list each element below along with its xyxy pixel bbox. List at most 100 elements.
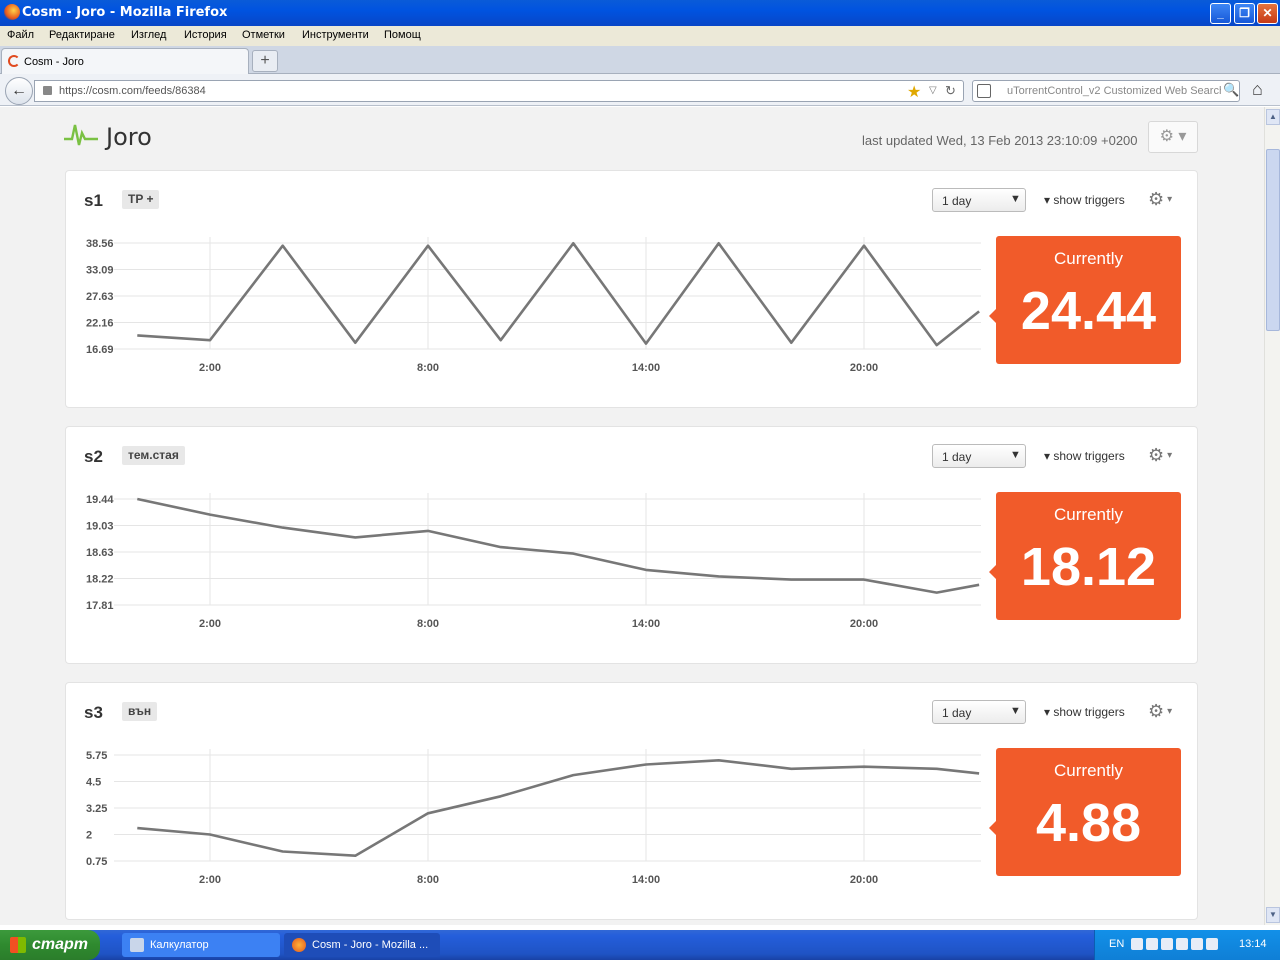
range-select[interactable]: 1 day ▼ — [932, 188, 1026, 212]
x-tick-label: 14:00 — [632, 874, 660, 886]
y-tick-label: 19.03 — [86, 521, 114, 533]
current-value: 4.88 — [1035, 793, 1142, 853]
firefox-icon — [292, 938, 306, 952]
show-triggers-link[interactable]: ▾ show triggers — [1044, 193, 1125, 207]
network-icon[interactable] — [1146, 938, 1158, 950]
lock-icon — [43, 86, 52, 95]
stream-chart: 5.75 4.5 3.25 2 0.75 2:00 8:00 14:00 20:00 — [86, 749, 981, 886]
gear-icon: ⚙ — [1148, 189, 1165, 209]
home-icon[interactable]: ⌂ — [1252, 79, 1263, 100]
tab-strip: Cosm - Joro + — [0, 46, 1280, 74]
caret-icon: ▾ — [1167, 450, 1173, 461]
window-title: Cosm - Joro - Mozilla Firefox — [22, 5, 228, 20]
back-button[interactable]: ← — [5, 77, 33, 105]
security-icon[interactable] — [1206, 938, 1218, 950]
taskbar: старт Калкулатор Cosm - Joro - Mozilla .… — [0, 930, 1280, 960]
stream-chart: 19.44 19.03 18.63 18.22 17.81 2:00 8:00 14:00 20… — [86, 493, 981, 630]
url-bar[interactable]: https://cosm.com/feeds/86384 ★ ▽ ↻ — [34, 80, 964, 102]
menu-file[interactable]: Файл — [7, 29, 34, 41]
stream-name: s1 — [84, 191, 103, 210]
current-value: 24.44 — [1020, 281, 1157, 341]
show-triggers-link[interactable]: ▾ show triggers — [1044, 449, 1125, 463]
y-tick-label: 3.25 — [86, 803, 107, 815]
chevron-down-icon: ▼ — [1010, 705, 1021, 717]
start-label: старт — [32, 936, 89, 953]
url-text[interactable]: https://cosm.com/feeds/86384 — [59, 85, 206, 97]
stream-settings-button[interactable]: ⚙ ▾ — [1148, 445, 1172, 466]
task-label: Калкулатор — [150, 939, 209, 951]
start-button[interactable]: старт — [0, 930, 100, 960]
stream-name: s3 — [84, 703, 103, 722]
search-icon[interactable]: 🔍 — [1223, 82, 1239, 98]
range-value: 1 day — [942, 450, 972, 464]
x-tick-label: 8:00 — [417, 362, 439, 374]
tab-cosm-joro[interactable]: Cosm - Joro — [1, 48, 249, 74]
gear-icon: ⚙ — [1148, 445, 1165, 465]
new-tab-button[interactable]: + — [252, 50, 278, 72]
gear-icon: ⚙ — [1148, 701, 1165, 721]
maximize-button[interactable]: ❐ — [1234, 3, 1255, 24]
reload-icon[interactable]: ↻ — [945, 83, 956, 99]
feed-settings-button[interactable]: ⚙ ▾ — [1148, 121, 1198, 153]
cosm-logo-icon — [64, 124, 98, 146]
range-select[interactable]: 1 day ▼ — [932, 444, 1026, 468]
x-tick-label: 14:00 — [632, 618, 660, 630]
stream-settings-button[interactable]: ⚙ ▾ — [1148, 189, 1172, 210]
page-scrollbar[interactable]: ▲ ▼ — [1264, 107, 1280, 925]
stream-tag[interactable]: TP + — [122, 190, 160, 209]
minimize-button[interactable]: _ — [1210, 3, 1231, 24]
menu-tools[interactable]: Инструменти — [302, 29, 369, 41]
search-bar[interactable]: uTorrentControl_v2 Customized Web Search… — [972, 80, 1240, 102]
task-calculator[interactable]: Калкулатор — [122, 933, 280, 957]
x-tick-label: 8:00 — [417, 874, 439, 886]
y-tick-label: 17.81 — [86, 600, 114, 612]
current-value: 18.12 — [1020, 537, 1157, 597]
stream-settings-button[interactable]: ⚙ ▾ — [1148, 701, 1172, 722]
scroll-down-icon[interactable]: ▼ — [1266, 907, 1280, 923]
datastream-card-s3: s3 вън 1 day ▼ ▾ show triggers ⚙ ▾ 5.75 4.… — [65, 682, 1198, 920]
stream-tag[interactable]: вън — [122, 702, 158, 721]
clock: 13:14 — [1239, 938, 1267, 950]
search-engine-icon[interactable] — [977, 84, 991, 98]
system-tray: EN 13:14 — [1094, 930, 1280, 960]
y-tick-label: 4.5 — [86, 777, 101, 789]
menu-bookmarks[interactable]: Отметки — [242, 29, 285, 41]
window-titlebar: Cosm - Joro - Mozilla Firefox _ ❐ ✕ — [0, 0, 1280, 26]
close-button[interactable]: ✕ — [1257, 3, 1278, 24]
caret-icon: ▾ — [1167, 706, 1173, 717]
show-triggers-link[interactable]: ▾ show triggers — [1044, 705, 1125, 719]
search-input[interactable]: uTorrentControl_v2 Customized Web Search — [1007, 85, 1221, 97]
stream-tag[interactable]: тем.стая — [122, 446, 185, 465]
x-tick-label: 20:00 — [850, 874, 878, 886]
language-indicator[interactable]: EN — [1109, 938, 1124, 950]
menu-help[interactable]: Помощ — [384, 29, 421, 41]
volume-icon[interactable] — [1176, 938, 1188, 950]
chat-icon[interactable] — [1191, 938, 1203, 950]
menu-edit[interactable]: Редактиране — [49, 29, 115, 41]
scroll-up-icon[interactable]: ▲ — [1266, 109, 1280, 125]
monitor-icon[interactable] — [1161, 938, 1173, 950]
menu-bar: Файл Редактиране Изглед История Отметки … — [0, 26, 1280, 46]
datastream-card-s2: s2 тем.стая 1 day ▼ ▾ show triggers ⚙ ▾ 1… — [65, 426, 1198, 664]
menu-view[interactable]: Изглед — [131, 29, 166, 41]
current-value-box: Currently 18.12 — [989, 492, 1181, 620]
y-tick-label: 22.16 — [86, 318, 114, 330]
range-select[interactable]: 1 day ▼ — [932, 700, 1026, 724]
current-label: Currently — [1054, 249, 1123, 268]
y-tick-label: 2 — [86, 830, 92, 842]
menu-history[interactable]: История — [184, 29, 227, 41]
stream-chart: 38.56 33.09 27.63 22.16 16.69 2:00 8:00 14:00 20… — [86, 237, 981, 374]
ati-icon[interactable] — [1131, 938, 1143, 950]
bookmark-star-icon[interactable]: ★ — [907, 82, 921, 102]
y-tick-label: 27.63 — [86, 291, 114, 303]
y-tick-label: 16.69 — [86, 344, 114, 356]
series-line — [137, 242, 980, 347]
task-firefox[interactable]: Cosm - Joro - Mozilla ... — [284, 933, 440, 957]
feed-title: Joro — [106, 123, 152, 151]
current-label: Currently — [1054, 505, 1123, 524]
y-tick-label: 38.56 — [86, 238, 114, 250]
x-tick-label: 2:00 — [199, 618, 221, 630]
x-tick-label: 2:00 — [199, 362, 221, 374]
scroll-thumb[interactable] — [1266, 149, 1280, 331]
url-dropdown-icon[interactable]: ▽ — [929, 85, 937, 96]
